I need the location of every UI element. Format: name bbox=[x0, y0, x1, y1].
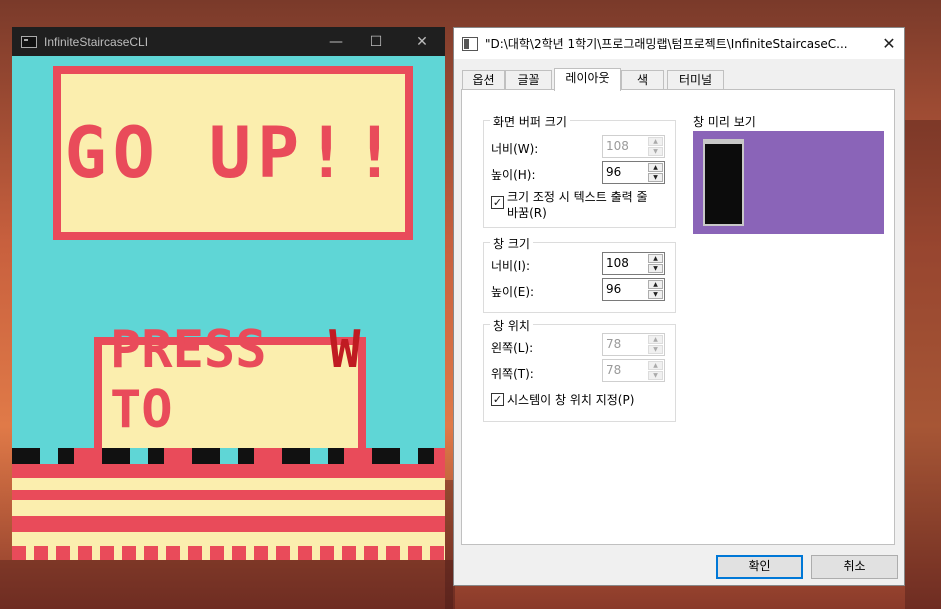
tab-terminal[interactable]: 터미널 bbox=[667, 70, 724, 90]
w-key-text: W bbox=[329, 320, 361, 380]
ground-layer bbox=[12, 490, 445, 500]
ground-layer bbox=[12, 464, 445, 478]
spin-up-icon[interactable]: ▲ bbox=[648, 335, 663, 344]
cancel-label: 취소 bbox=[843, 559, 866, 573]
dialog-close-button[interactable]: ✕ bbox=[874, 28, 904, 59]
tab-label: 터미널 bbox=[678, 73, 713, 87]
wrap-text-label-line2: 바꿈(R) bbox=[507, 206, 547, 220]
buffer-size-title: 화면 버퍼 크기 bbox=[490, 113, 570, 130]
tab-colors[interactable]: 색 bbox=[621, 70, 664, 90]
preview-console-window bbox=[703, 139, 744, 226]
ground-layer bbox=[12, 500, 445, 516]
ground-layer bbox=[12, 546, 445, 560]
spin-up-icon[interactable]: ▲ bbox=[648, 163, 663, 172]
position-top-label: 위쪽(T): bbox=[491, 367, 534, 381]
buffer-height-spinner[interactable]: 96 ▲ ▼ bbox=[602, 161, 665, 184]
tab-label: 레이아웃 bbox=[565, 71, 610, 85]
spin-down-icon[interactable]: ▼ bbox=[648, 173, 663, 182]
window-width-value: 108 bbox=[606, 256, 629, 270]
spin-down-icon[interactable]: ▼ bbox=[648, 290, 663, 299]
window-width-label: 너비(I): bbox=[491, 259, 531, 273]
go-up-sign: GO UP!! bbox=[53, 66, 413, 240]
window-size-title: 창 크기 bbox=[490, 235, 533, 252]
buffer-width-value: 108 bbox=[606, 139, 629, 153]
game-canvas[interactable]: GO UP!! PRESS W TO START bbox=[12, 56, 445, 560]
maximize-button[interactable]: ☐ bbox=[353, 27, 399, 56]
ground-layer bbox=[12, 516, 445, 532]
position-left-value: 78 bbox=[606, 337, 622, 351]
buffer-size-group: 화면 버퍼 크기 너비(W): 108 ▲ ▼ 높이(H): 96 ▲ ▼ ✓ … bbox=[483, 113, 676, 228]
window-size-group: 창 크기 너비(I): 108 ▲ ▼ 높이(E): 96 ▲ ▼ bbox=[483, 235, 676, 313]
dialog-titlebar[interactable]: "D:\대학\2학년 1학기\프로그래밍랩\텀프로젝트\InfiniteStai… bbox=[454, 28, 904, 59]
buffer-height-label: 높이(H): bbox=[491, 168, 536, 182]
ground-layer bbox=[12, 532, 445, 546]
wrap-text-checkbox[interactable]: ✓ bbox=[491, 196, 504, 209]
ok-label: 확인 bbox=[748, 559, 771, 573]
spin-up-icon[interactable]: ▲ bbox=[648, 254, 663, 263]
spinner-arrows: ▲ ▼ bbox=[648, 361, 663, 380]
spinner-arrows: ▲ ▼ bbox=[648, 254, 663, 273]
spinner-arrows: ▲ ▼ bbox=[648, 335, 663, 354]
spinner-arrows: ▲ ▼ bbox=[648, 137, 663, 156]
spin-up-icon[interactable]: ▲ bbox=[648, 361, 663, 370]
position-left-spinner[interactable]: 78 ▲ ▼ bbox=[602, 333, 665, 356]
console-app-icon bbox=[462, 36, 478, 51]
close-button[interactable]: ✕ bbox=[399, 27, 445, 56]
buffer-width-label: 너비(W): bbox=[491, 142, 539, 156]
tab-options[interactable]: 옵션 bbox=[462, 70, 505, 90]
spin-down-icon[interactable]: ▼ bbox=[648, 371, 663, 380]
go-up-text: GO UP!! bbox=[64, 112, 402, 194]
background-building bbox=[0, 560, 453, 609]
cancel-button[interactable]: 취소 bbox=[811, 555, 898, 579]
window-position-group: 창 위치 왼쪽(L): 78 ▲ ▼ 위쪽(T): 78 ▲ ▼ ✓ 시스템이 … bbox=[483, 317, 676, 422]
game-window-titlebar[interactable]: InfiniteStaircaseCLI — ☐ ✕ bbox=[12, 27, 445, 56]
tab-label: 옵션 bbox=[472, 73, 495, 87]
window-width-spinner[interactable]: 108 ▲ ▼ bbox=[602, 252, 665, 275]
position-top-value: 78 bbox=[606, 363, 622, 377]
preview-title: 창 미리 보기 bbox=[693, 115, 756, 129]
properties-dialog: "D:\대학\2학년 1학기\프로그래밍랩\텀프로젝트\InfiniteStai… bbox=[453, 27, 905, 586]
window-position-title: 창 위치 bbox=[490, 317, 533, 334]
window-height-value: 96 bbox=[606, 282, 622, 296]
ground-layer bbox=[12, 478, 445, 490]
tab-font[interactable]: 글꼴 bbox=[505, 70, 552, 90]
position-top-spinner[interactable]: 78 ▲ ▼ bbox=[602, 359, 665, 382]
wrap-text-label-line1: 크기 조정 시 텍스트 출력 줄 bbox=[507, 190, 648, 204]
press-line: PRESS W bbox=[110, 320, 360, 380]
ok-button[interactable]: 확인 bbox=[716, 555, 803, 579]
spin-down-icon[interactable]: ▼ bbox=[648, 264, 663, 273]
spinner-arrows: ▲ ▼ bbox=[648, 163, 663, 182]
spin-down-icon[interactable]: ▼ bbox=[648, 147, 663, 156]
spin-down-icon[interactable]: ▼ bbox=[648, 345, 663, 354]
window-height-label: 높이(E): bbox=[491, 285, 535, 299]
layout-panel: 화면 버퍼 크기 너비(W): 108 ▲ ▼ 높이(H): 96 ▲ ▼ ✓ … bbox=[461, 89, 895, 545]
dialog-title: "D:\대학\2학년 1학기\프로그래밍랩\텀프로젝트\InfiniteStai… bbox=[485, 37, 848, 51]
press-text: PRESS bbox=[110, 320, 267, 380]
spin-up-icon[interactable]: ▲ bbox=[648, 137, 663, 146]
console-app-icon bbox=[21, 35, 37, 48]
tab-layout[interactable]: 레이아웃 bbox=[554, 68, 621, 91]
background-building bbox=[905, 120, 941, 609]
tab-label: 색 bbox=[636, 73, 649, 87]
system-position-label: 시스템이 창 위치 지정(P) bbox=[507, 393, 635, 407]
ground-black-edge bbox=[12, 448, 445, 464]
game-window-title: InfiniteStaircaseCLI bbox=[44, 34, 149, 49]
spinner-arrows: ▲ ▼ bbox=[648, 280, 663, 299]
system-position-checkbox[interactable]: ✓ bbox=[491, 393, 504, 406]
buffer-width-spinner[interactable]: 108 ▲ ▼ bbox=[602, 135, 665, 158]
window-preview bbox=[693, 131, 884, 234]
position-left-label: 왼쪽(L): bbox=[491, 341, 534, 355]
window-height-spinner[interactable]: 96 ▲ ▼ bbox=[602, 278, 665, 301]
spin-up-icon[interactable]: ▲ bbox=[648, 280, 663, 289]
tab-label: 글꼴 bbox=[517, 73, 540, 87]
buffer-height-value: 96 bbox=[606, 165, 622, 179]
